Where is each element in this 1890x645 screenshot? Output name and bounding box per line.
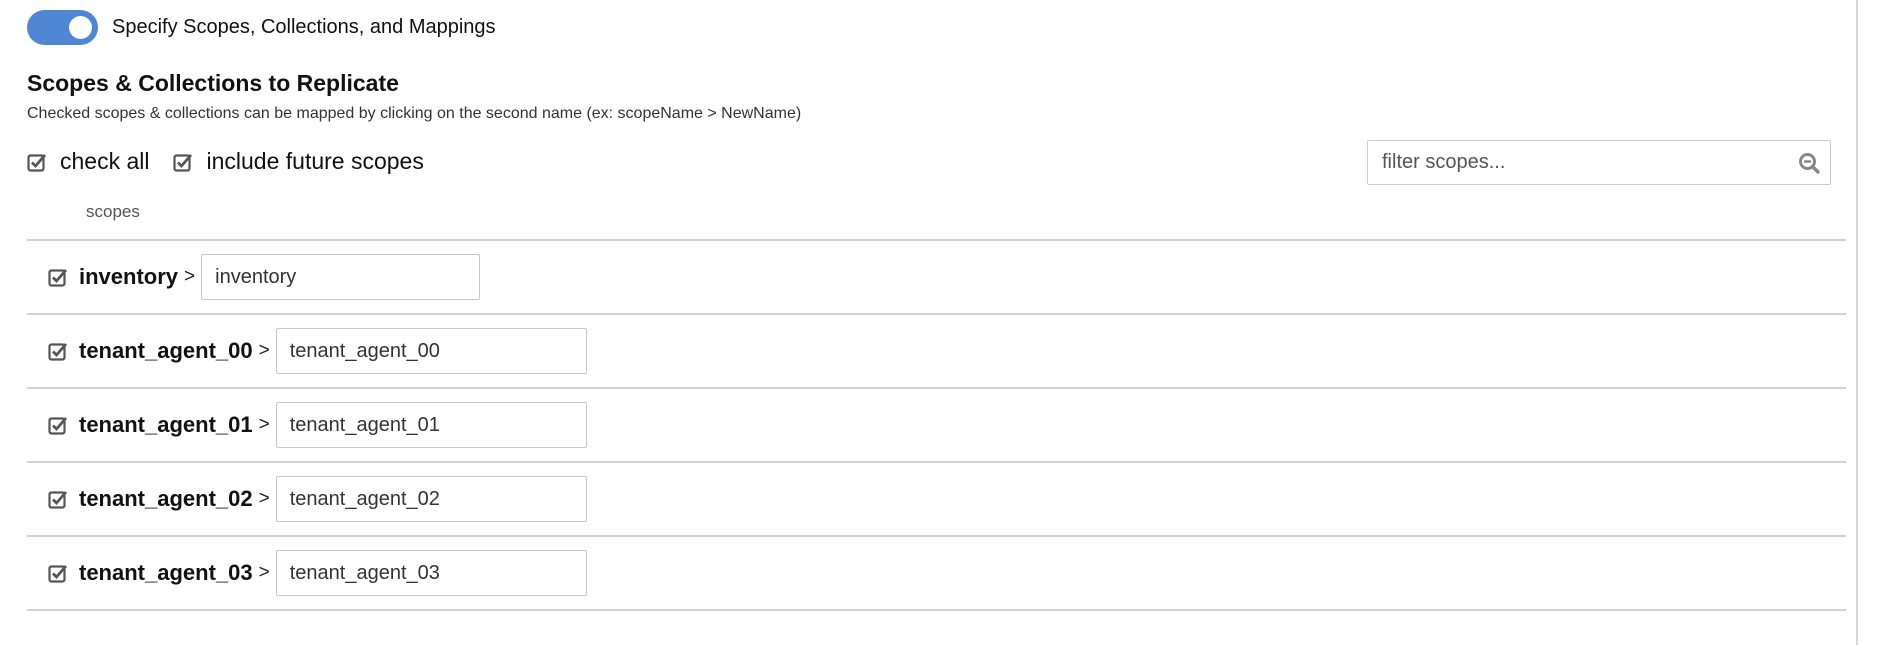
checkbox-checked-icon[interactable] — [48, 267, 68, 287]
scope-row: tenant_agent_00 > — [27, 313, 1846, 387]
section-subtitle: Checked scopes & collections can be mapp… — [27, 105, 802, 122]
checkbox-checked-icon[interactable] — [48, 563, 68, 583]
checkbox-checked-icon[interactable] — [48, 341, 68, 361]
scope-mapping-input[interactable] — [275, 328, 587, 374]
scope-mapping-input[interactable] — [275, 476, 587, 522]
toggle-knob — [69, 16, 92, 39]
mapping-separator: > — [258, 562, 270, 583]
toggle-label: Specify Scopes, Collections, and Mapping… — [112, 16, 496, 38]
include-future-scopes-checkbox[interactable]: include future scopes — [173, 148, 424, 175]
checkbox-checked-icon — [27, 153, 47, 172]
scope-mapping-input[interactable] — [201, 254, 481, 300]
mapping-separator: > — [258, 340, 270, 361]
scopes-column-label: scopes — [86, 202, 140, 221]
panel-divider — [1856, 0, 1858, 645]
section-title: Scopes & Collections to Replicate — [27, 70, 399, 96]
options-row: check all include future scopes — [27, 148, 448, 175]
scope-mapping-input[interactable] — [275, 402, 587, 448]
mapping-separator: > — [258, 414, 270, 435]
filter-scopes-box — [1367, 140, 1831, 185]
mapping-separator: > — [184, 266, 196, 287]
scopes-list: inventory > tenant_agent_00 > tenant_age… — [27, 239, 1846, 611]
checkbox-checked-icon[interactable] — [48, 415, 68, 435]
specify-mappings-row: Specify Scopes, Collections, and Mapping… — [27, 10, 496, 45]
scope-name: tenant_agent_03 — [79, 560, 253, 585]
scope-name: inventory — [79, 264, 179, 289]
scope-name: tenant_agent_02 — [79, 486, 253, 511]
check-all-checkbox[interactable]: check all — [27, 148, 149, 175]
scope-row: tenant_agent_01 > — [27, 387, 1846, 461]
scope-mapping-input[interactable] — [275, 550, 587, 596]
filter-scopes-input[interactable] — [1368, 150, 1798, 175]
scope-row: inventory > — [27, 239, 1846, 313]
scope-row: tenant_agent_02 > — [27, 461, 1846, 535]
mapping-separator: > — [258, 488, 270, 509]
scope-row: tenant_agent_03 > — [27, 535, 1846, 611]
scope-name: tenant_agent_01 — [79, 412, 253, 437]
include-future-scopes-label: include future scopes — [206, 148, 424, 174]
search-icon[interactable] — [1798, 152, 1820, 174]
check-all-label: check all — [60, 148, 150, 174]
scope-name: tenant_agent_00 — [79, 338, 253, 363]
checkbox-checked-icon[interactable] — [48, 489, 68, 509]
checkbox-checked-icon — [173, 153, 193, 172]
specify-mappings-toggle[interactable] — [27, 10, 98, 45]
